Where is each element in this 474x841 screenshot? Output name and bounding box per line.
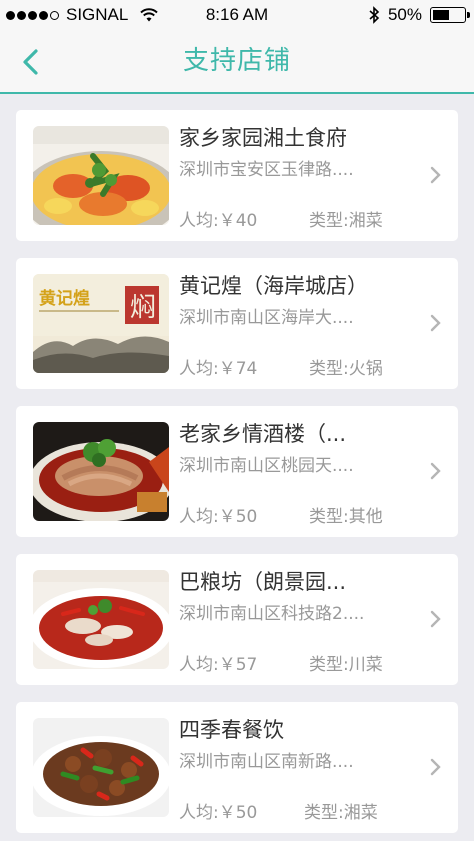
sliced-meat-chili-dish-image — [33, 422, 169, 521]
store-name: 家乡家园湘土食府 — [179, 126, 347, 150]
battery-icon — [430, 7, 470, 23]
store-address: 深圳市宝安区玉律路.... — [179, 160, 354, 180]
store-cuisine-type: 类型:川菜 — [309, 655, 383, 675]
store-cuisine-type: 类型:湘菜 — [309, 211, 383, 231]
stir-fried-beef-peppers-image — [33, 718, 169, 817]
store-address: 深圳市南山区科技路2.... — [179, 604, 365, 624]
store-name: 巴粮坊（朗景园... — [179, 570, 347, 594]
chevron-right-icon — [430, 314, 441, 332]
chevron-right-icon — [430, 758, 441, 776]
store-address: 深圳市南山区桃园天.... — [179, 456, 354, 476]
page-title: 支持店铺 — [182, 46, 291, 76]
store-name: 黄记煌（海岸城店） — [179, 274, 368, 298]
store-name: 老家乡情酒楼（... — [179, 422, 347, 446]
navigation-bar: 支持店铺 — [0, 30, 474, 94]
store-image — [33, 570, 169, 669]
store-cuisine-type: 类型:火锅 — [309, 359, 383, 379]
store-image — [33, 126, 169, 225]
status-bar: SIGNAL 8:16 AM 50% — [0, 0, 474, 30]
store-image — [33, 718, 169, 817]
store-address: 深圳市南山区海岸大.... — [179, 308, 354, 328]
store-avg-price: 人均:￥74 — [179, 359, 258, 379]
store-card[interactable]: 巴粮坊（朗景园... 深圳市南山区科技路2.... 人均:￥57 类型:川菜 — [16, 554, 458, 685]
store-card[interactable]: 家乡家园湘土食府 深圳市宝安区玉律路.... 人均:￥40 类型:湘菜 — [16, 110, 458, 241]
fish-chili-soup-image — [33, 570, 169, 669]
brand-logo-text: 黄记煌 — [39, 288, 90, 309]
battery-percent: 50% — [387, 5, 422, 24]
store-card[interactable]: 四季春餐饮 深圳市南山区南新路.... 人均:￥50 类型:湘菜 — [16, 702, 458, 833]
store-avg-price: 人均:￥50 — [179, 507, 258, 527]
store-avg-price: 人均:￥57 — [179, 655, 258, 675]
store-avg-price: 人均:￥50 — [179, 803, 258, 823]
store-cuisine-type: 类型:湘菜 — [304, 803, 378, 823]
chevron-right-icon — [430, 166, 441, 184]
brand-seal-text: 焖 — [130, 293, 156, 323]
store-image — [33, 422, 169, 521]
chevron-right-icon — [430, 610, 441, 628]
bluetooth-icon — [369, 6, 380, 24]
store-avg-price: 人均:￥40 — [179, 211, 258, 231]
store-card[interactable]: 老家乡情酒楼（... 深圳市南山区桃园天.... 人均:￥50 类型:其他 — [16, 406, 458, 537]
store-image: 黄记煌 焖 — [33, 274, 169, 373]
chevron-right-icon — [430, 462, 441, 480]
store-card[interactable]: 黄记煌 焖 黄记煌（海岸城店） 深圳市南山区海岸大.... 人均:￥74 类型:… — [16, 258, 458, 389]
store-address: 深圳市南山区南新路.... — [179, 752, 354, 772]
fried-shrimp-dish-image — [33, 126, 169, 225]
store-name: 四季春餐饮 — [179, 718, 284, 742]
store-cuisine-type: 类型:其他 — [309, 507, 383, 527]
huangjihuang-logo-image: 黄记煌 焖 — [33, 274, 169, 373]
